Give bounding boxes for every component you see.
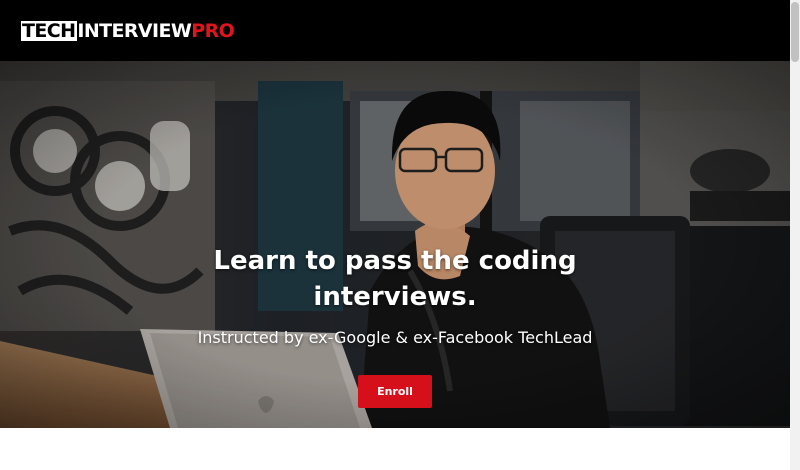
enroll-button[interactable]: Enroll xyxy=(358,375,432,408)
hero-section: Learn to pass the coding interviews. Ins… xyxy=(0,61,790,428)
scrollbar-thumb[interactable] xyxy=(791,2,799,62)
below-hero-section xyxy=(0,428,790,470)
hero-subtitle: Instructed by ex-Google & ex-Facebook Te… xyxy=(197,328,593,347)
hero-content: Learn to pass the coding interviews. Ins… xyxy=(0,61,790,428)
site-logo[interactable]: TECH INTERVIEW PRO xyxy=(21,20,235,42)
logo-interview: INTERVIEW xyxy=(77,20,192,42)
logo-pro: PRO xyxy=(191,20,235,42)
page: TECH INTERVIEW PRO Learn to pass the cod… xyxy=(0,0,800,470)
logo-tech: TECH xyxy=(21,20,78,42)
hero-title: Learn to pass the coding interviews. xyxy=(213,246,577,312)
site-header: TECH INTERVIEW PRO xyxy=(0,0,790,61)
page-scrollbar[interactable] xyxy=(790,0,800,470)
